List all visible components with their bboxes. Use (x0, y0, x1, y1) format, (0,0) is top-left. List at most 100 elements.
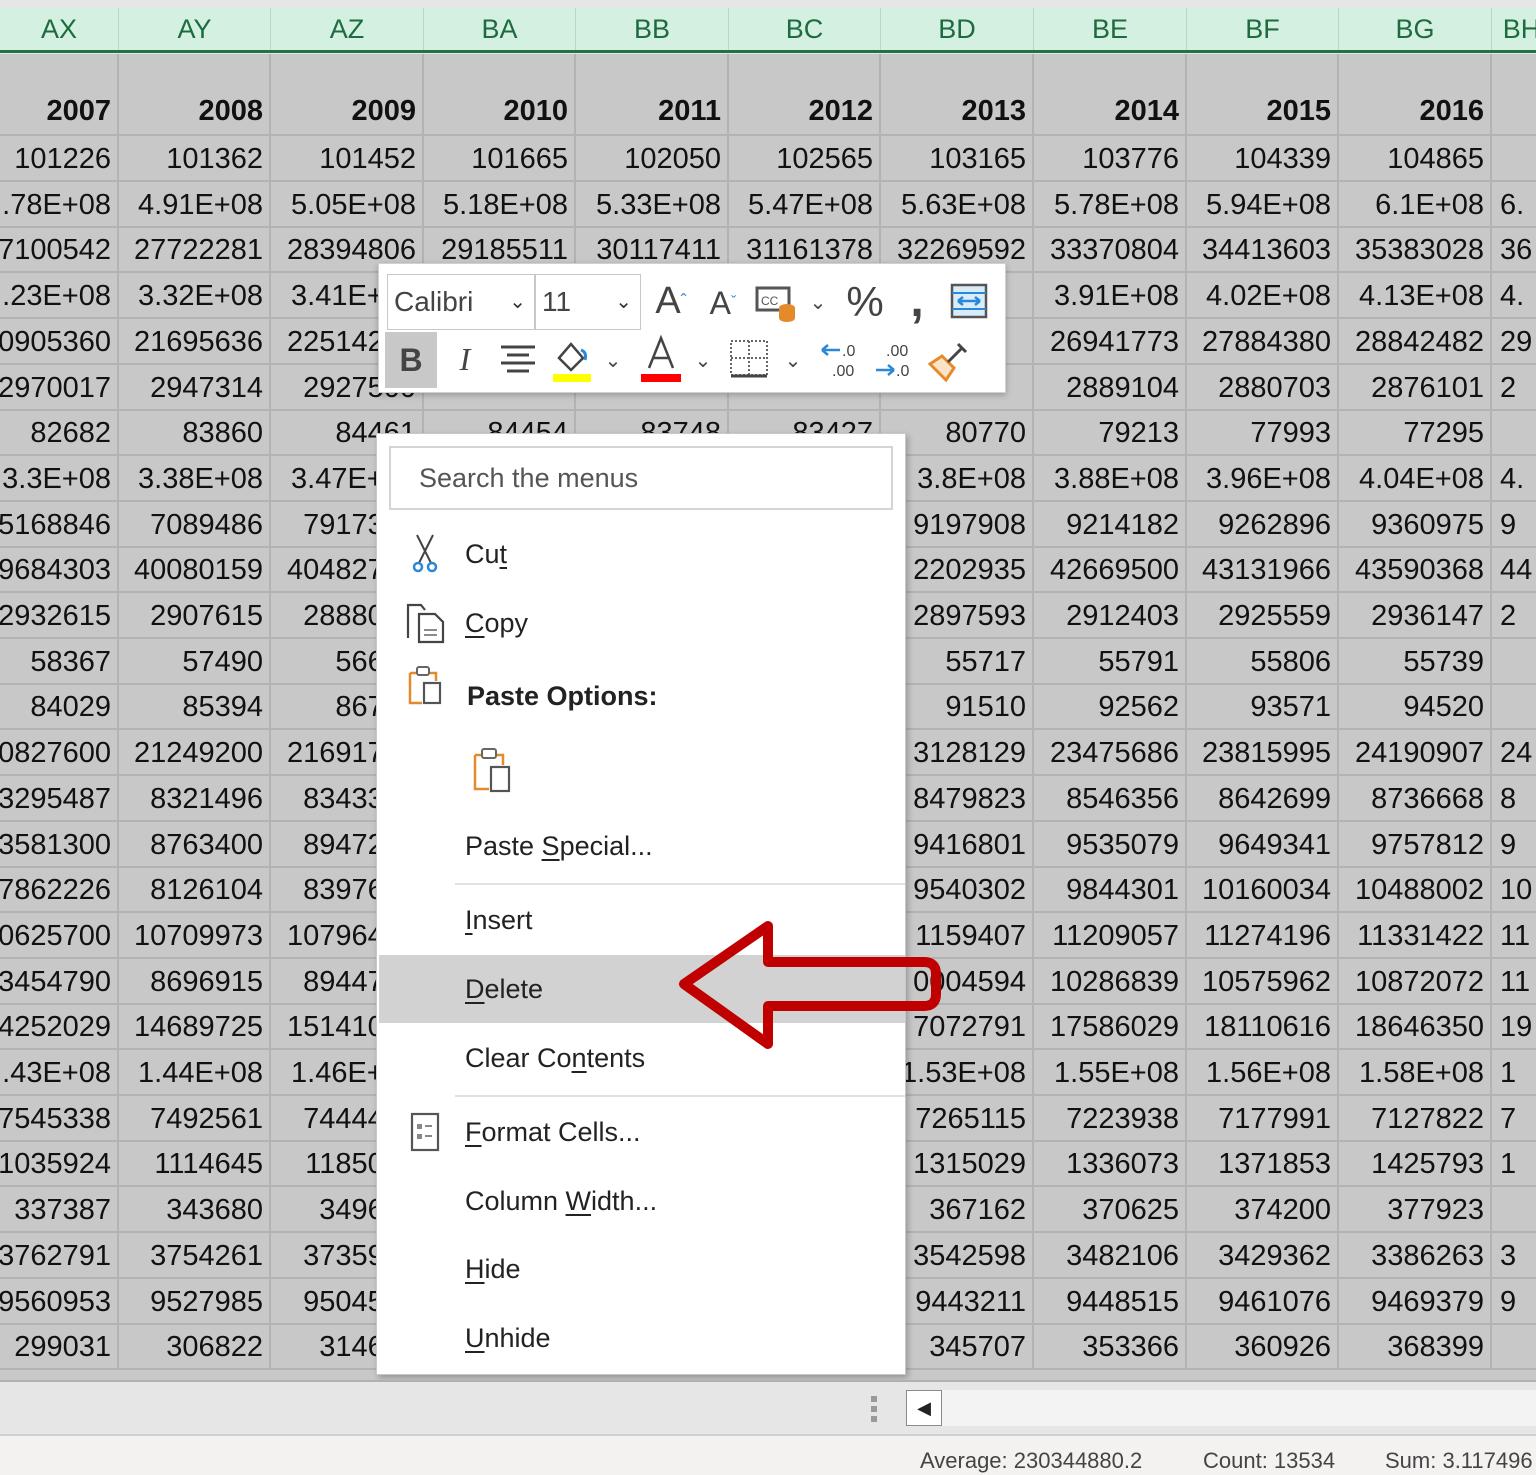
table-cell[interactable]: 101452 (271, 136, 424, 180)
table-cell[interactable]: 29 (1492, 319, 1536, 363)
wrap-text-icon[interactable] (949, 280, 989, 322)
column-header[interactable]: BF (1187, 8, 1339, 50)
table-cell[interactable]: 7223938 (1034, 1095, 1187, 1140)
table-cell[interactable]: 24190907 (1339, 730, 1492, 775)
table-cell[interactable]: 6.1E+08 (1339, 181, 1492, 226)
table-cell[interactable] (1492, 639, 1536, 683)
table-cell[interactable]: 2936147 (1339, 593, 1492, 637)
table-cell[interactable]: 42669500 (1034, 547, 1187, 592)
accounting-format-icon[interactable]: CC (753, 280, 801, 326)
table-cell[interactable]: 0625700 (0, 912, 119, 957)
table-cell[interactable]: 8546356 (1034, 775, 1187, 820)
table-cell[interactable]: 1.58E+08 (1339, 1050, 1492, 1094)
table-cell[interactable]: 43590368 (1339, 547, 1492, 592)
table-cell[interactable]: 104865 (1339, 136, 1492, 180)
table-cell[interactable]: 77295 (1339, 410, 1492, 455)
column-header[interactable]: BH (1492, 8, 1536, 50)
table-cell[interactable]: 55739 (1339, 638, 1492, 683)
table-cell[interactable]: 8763400 (119, 821, 271, 866)
table-cell[interactable]: 24 (1492, 730, 1536, 774)
table-cell[interactable]: 353366 (1034, 1324, 1187, 1369)
table-cell[interactable]: 8642699 (1187, 775, 1339, 820)
table-cell[interactable]: 3 (1492, 1233, 1536, 1277)
table-cell[interactable]: 1371853 (1187, 1141, 1339, 1186)
table-cell[interactable]: 5.18E+08 (424, 181, 576, 226)
fill-color-icon[interactable] (549, 334, 595, 386)
table-cell[interactable]: 19 (1492, 1004, 1536, 1048)
table-cell[interactable]: 9560953 (0, 1278, 119, 1323)
table-cell[interactable]: 17586029 (1034, 1004, 1187, 1049)
table-cell[interactable]: 6. (1492, 182, 1536, 226)
column-header[interactable]: BD (881, 8, 1034, 50)
table-cell[interactable]: 18646350 (1339, 1004, 1492, 1049)
table-cell[interactable]: 10575962 (1187, 958, 1339, 1003)
header-cell[interactable]: 2012 (729, 54, 881, 134)
scroll-left-button[interactable]: ◀ (906, 1390, 942, 1426)
table-cell[interactable]: 337387 (0, 1187, 119, 1232)
comma-style-button[interactable]: , (899, 274, 935, 327)
table-cell[interactable]: 9 (1492, 1279, 1536, 1323)
header-cell[interactable]: 2011 (576, 54, 729, 134)
table-cell[interactable]: 79213 (1034, 410, 1187, 455)
column-header[interactable]: BA (424, 8, 576, 50)
table-cell[interactable]: 11 (1492, 913, 1536, 957)
table-cell[interactable]: 343680 (119, 1187, 271, 1232)
table-cell[interactable]: 7862226 (0, 867, 119, 912)
table-cell[interactable]: 9844301 (1034, 867, 1187, 912)
table-cell[interactable]: 102565 (729, 136, 881, 180)
table-cell[interactable]: 3754261 (119, 1232, 271, 1277)
borders-icon[interactable] (727, 336, 771, 382)
table-cell[interactable] (1492, 136, 1536, 180)
table-cell[interactable]: 21249200 (119, 730, 271, 775)
table-cell[interactable]: 3.96E+08 (1187, 455, 1339, 500)
table-cell[interactable]: 3762791 (0, 1232, 119, 1277)
menu-item-column-width[interactable]: Column Width... (379, 1167, 905, 1235)
table-cell[interactable]: 7177991 (1187, 1095, 1339, 1140)
table-cell[interactable]: 4.02E+08 (1187, 273, 1339, 318)
font-size-dropdown[interactable]: 11 ⌄ (535, 274, 641, 330)
table-cell[interactable]: 2 (1492, 593, 1536, 637)
menu-item-hide[interactable]: Hide (379, 1235, 905, 1303)
table-cell[interactable]: 55791 (1034, 638, 1187, 683)
table-cell[interactable]: 14689725 (119, 1004, 271, 1049)
table-cell[interactable]: 4.13E+08 (1339, 273, 1492, 318)
table-cell[interactable]: 34413603 (1187, 227, 1339, 272)
center-align-icon[interactable] (495, 336, 541, 382)
header-cell[interactable]: 2010 (424, 54, 576, 134)
table-cell[interactable]: 7089486 (119, 501, 271, 546)
table-cell[interactable]: 1.56E+08 (1187, 1050, 1339, 1094)
table-cell[interactable]: 360926 (1187, 1324, 1339, 1369)
table-cell[interactable]: 10709973 (119, 912, 271, 957)
table-cell[interactable]: 2880703 (1187, 364, 1339, 409)
table-cell[interactable]: 4. (1492, 273, 1536, 317)
table-cell[interactable]: 92562 (1034, 684, 1187, 729)
chevron-down-icon[interactable]: ⌄ (601, 342, 625, 378)
table-cell[interactable]: 9757812 (1339, 821, 1492, 866)
table-cell[interactable]: 5.78E+08 (1034, 181, 1187, 226)
table-cell[interactable]: 1336073 (1034, 1141, 1187, 1186)
table-cell[interactable]: 11 (1492, 959, 1536, 1003)
decrease-font-size-icon[interactable]: Aˇ (703, 280, 743, 326)
table-cell[interactable]: 26941773 (1034, 318, 1187, 363)
font-color-icon[interactable] (637, 332, 685, 386)
table-cell[interactable]: 82682 (0, 410, 119, 455)
table-cell[interactable]: 3454790 (0, 958, 119, 1003)
table-cell[interactable]: 2907615 (119, 593, 271, 637)
table-cell[interactable]: 5.63E+08 (881, 181, 1034, 226)
table-cell[interactable]: 10872072 (1339, 958, 1492, 1003)
menu-item-format-cells[interactable]: Format Cells... (379, 1098, 905, 1166)
table-cell[interactable]: 27722281 (119, 227, 271, 272)
table-cell[interactable]: 5.94E+08 (1187, 181, 1339, 226)
table-cell[interactable]: 44 (1492, 547, 1536, 591)
table-cell[interactable]: 3429362 (1187, 1232, 1339, 1277)
column-header[interactable]: BC (729, 8, 881, 50)
table-cell[interactable]: 77993 (1187, 410, 1339, 455)
table-cell[interactable]: 102050 (576, 136, 729, 180)
table-cell[interactable]: 370625 (1034, 1187, 1187, 1232)
header-cell[interactable]: 2016 (1339, 54, 1492, 134)
sheet-tab-splitter[interactable] (871, 1396, 877, 1422)
increase-decimal-icon[interactable]: .0.00 (817, 334, 863, 386)
table-cell[interactable]: 7 (1492, 1096, 1536, 1140)
table-cell[interactable]: 5.47E+08 (729, 181, 881, 226)
bold-button[interactable]: B (385, 332, 437, 388)
